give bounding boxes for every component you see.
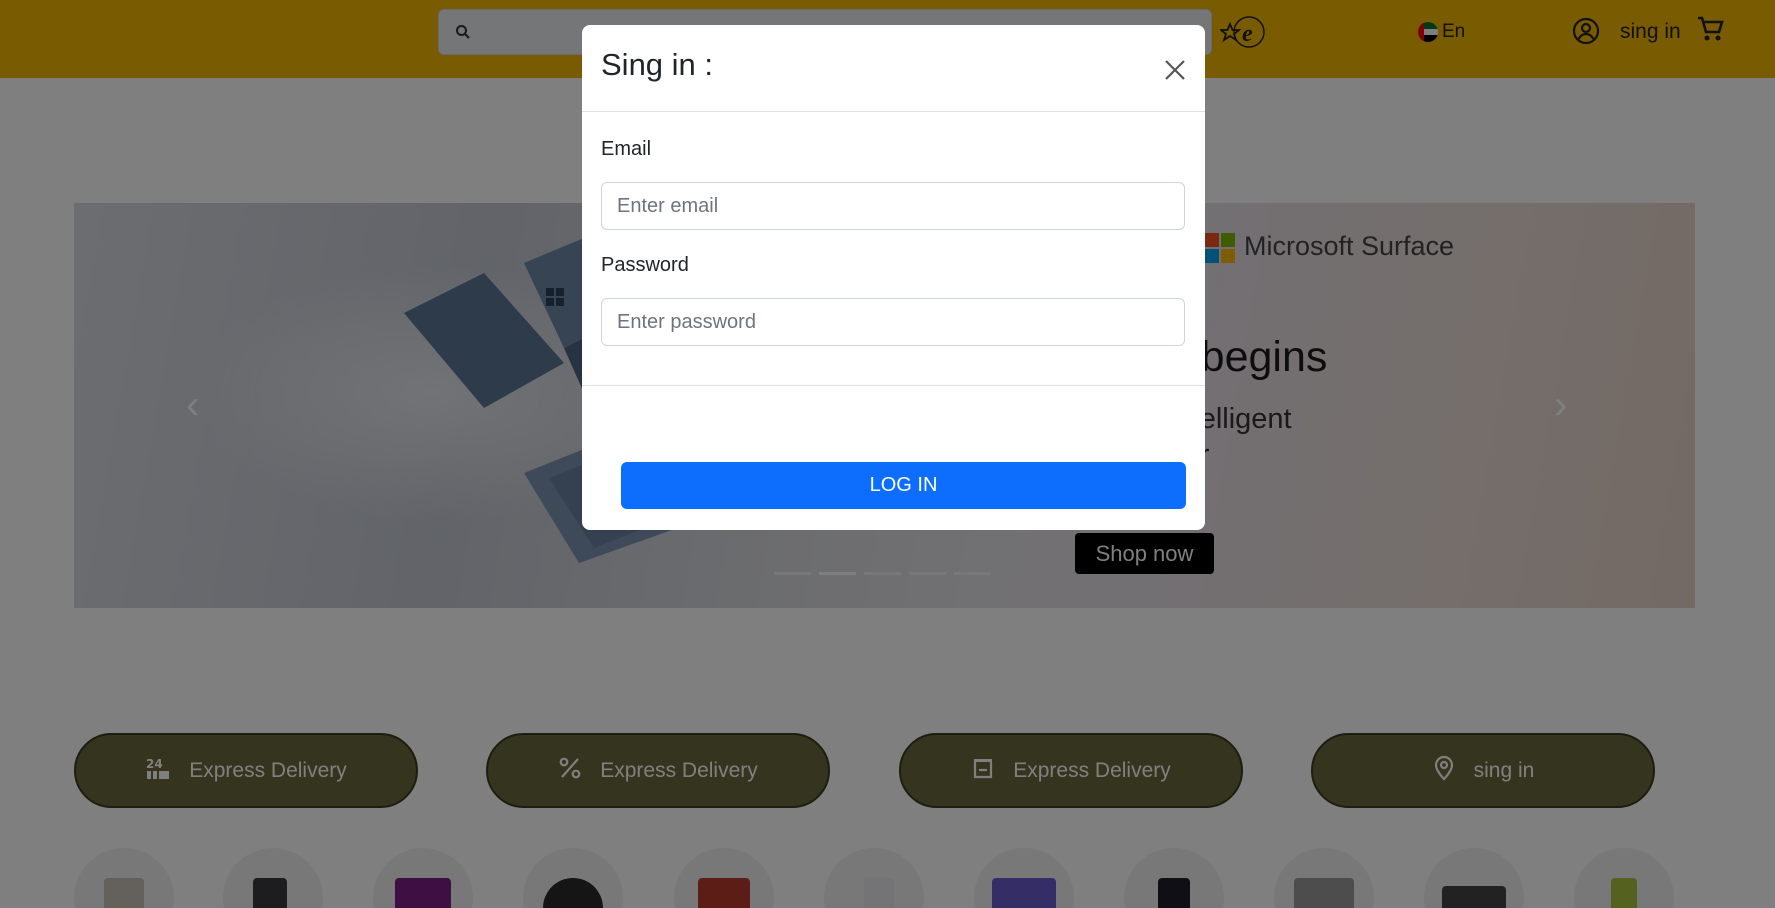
signin-modal: Sing in : Email Password LOG IN bbox=[582, 25, 1205, 530]
email-label: Email bbox=[601, 138, 652, 160]
modal-title: Sing in : bbox=[601, 47, 714, 82]
password-field[interactable] bbox=[601, 298, 1185, 346]
login-button[interactable]: LOG IN bbox=[621, 462, 1186, 509]
modal-footer-divider bbox=[582, 385, 1205, 386]
close-icon[interactable] bbox=[1160, 55, 1190, 85]
password-label: Password bbox=[601, 254, 689, 276]
email-field[interactable] bbox=[601, 182, 1185, 230]
modal-header-divider bbox=[582, 111, 1205, 112]
